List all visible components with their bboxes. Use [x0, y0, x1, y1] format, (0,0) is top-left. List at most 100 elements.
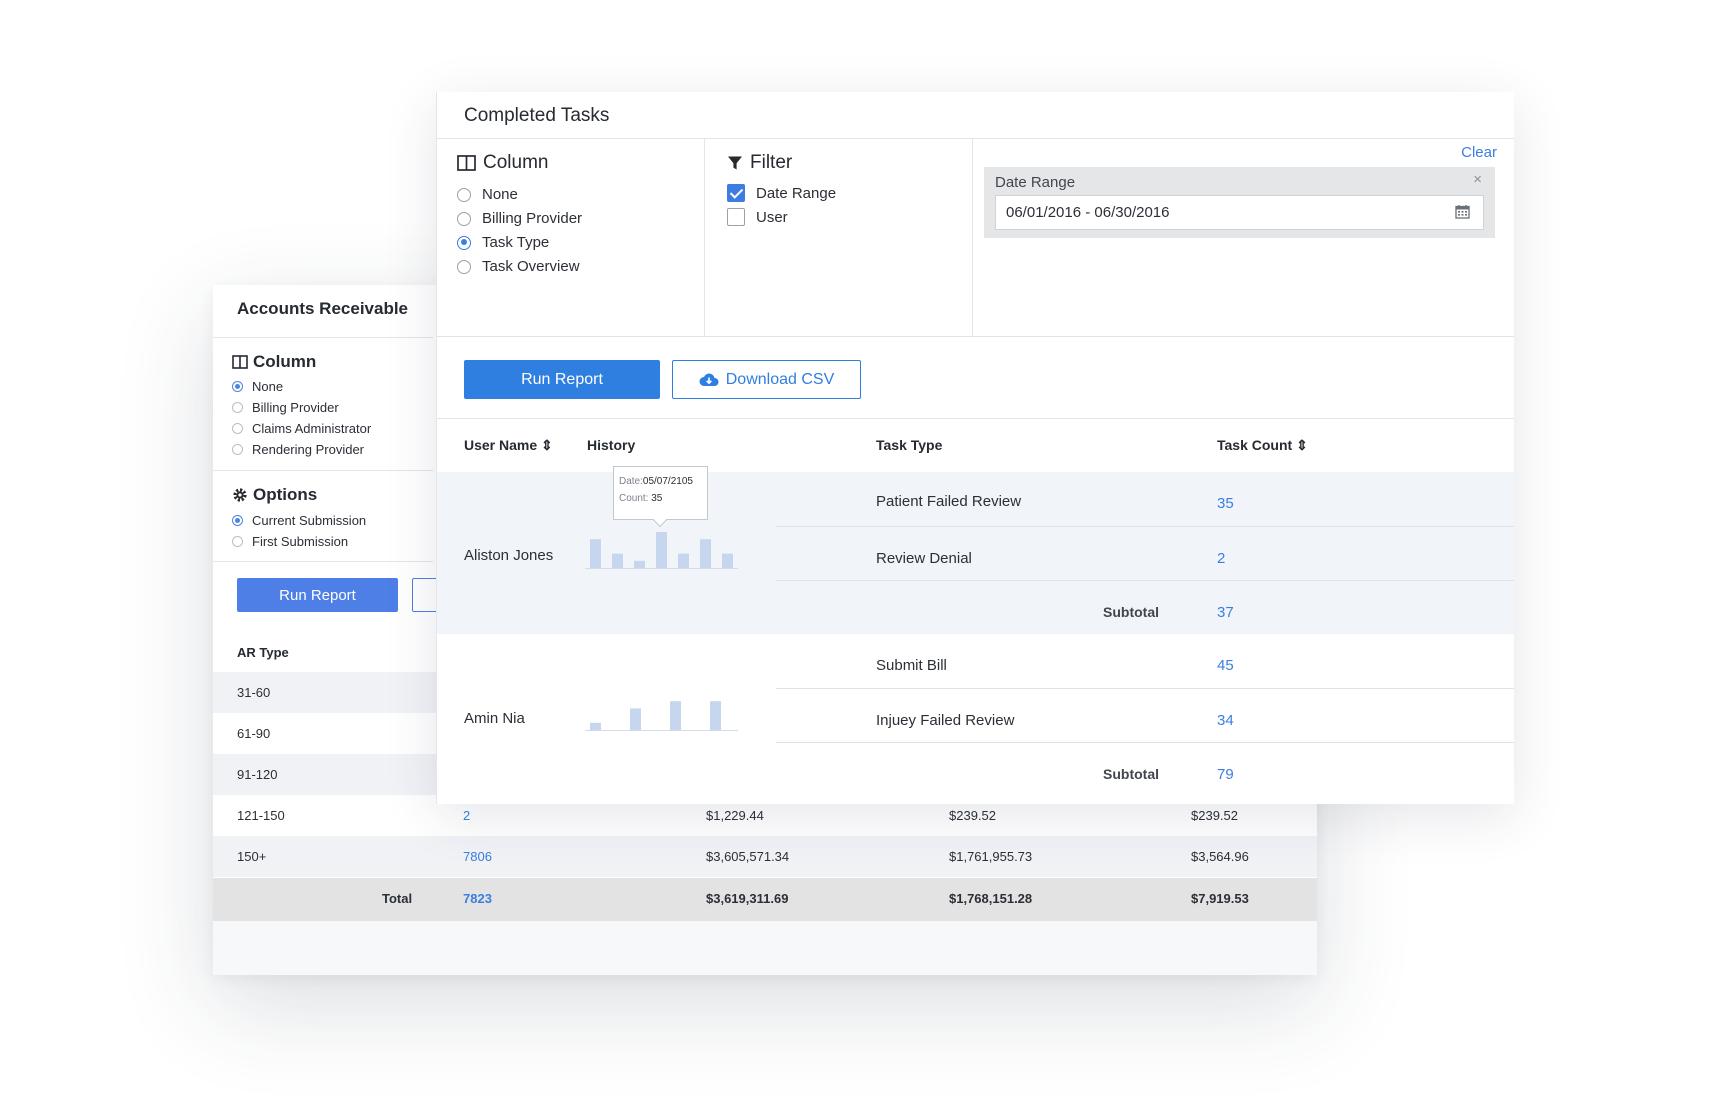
radio-selected[interactable]: [457, 235, 471, 250]
close-icon[interactable]: ×: [1473, 171, 1482, 188]
ar-radio-current-submission[interactable]: Current Submission: [232, 513, 366, 528]
task-count-column-header[interactable]: Task Count ⇕: [1217, 437, 1308, 454]
history-tooltip: Date:05/07/2105 Count: 35: [613, 466, 708, 520]
radio-label: Current Submission: [252, 513, 367, 528]
task-count-link[interactable]: 45: [1217, 657, 1234, 674]
subtotal-count-link[interactable]: 37: [1217, 604, 1234, 621]
ar-total-amount: $1,768,151.28: [949, 891, 1033, 906]
ar-type-cell: 91-120: [237, 767, 278, 782]
radio[interactable]: [232, 444, 243, 455]
radio-task-overview[interactable]: Task Overview: [457, 258, 580, 275]
radio[interactable]: [457, 187, 471, 202]
ar-column-heading: Column: [232, 352, 316, 372]
radio-label: Task Type: [482, 234, 550, 251]
filter-heading: Filter: [727, 152, 792, 174]
ar-count-link[interactable]: 2: [463, 808, 470, 823]
user-name-cell: Amin Nia: [464, 710, 525, 727]
history-sparkline: [585, 701, 738, 731]
ar-count-link[interactable]: 7806: [463, 849, 492, 864]
ar-options-heading-label: Options: [253, 485, 318, 504]
radio-selected[interactable]: [232, 381, 243, 392]
history-sparkline: [585, 532, 738, 569]
tooltip-date-label: Date:: [619, 476, 643, 487]
sparkline-bar[interactable]: [590, 722, 601, 730]
run-report-button[interactable]: Run Report: [464, 360, 660, 399]
task-count-link[interactable]: 35: [1217, 495, 1234, 512]
ar-amount-cell: $1,761,955.73: [949, 849, 1033, 864]
table-footer: [213, 921, 1317, 975]
radio[interactable]: [457, 211, 471, 226]
task-type-cell: Submit Bill: [876, 657, 947, 674]
date-range-input[interactable]: [995, 195, 1484, 230]
gear-icon: [233, 488, 247, 502]
radio-label: Billing Provider: [482, 210, 583, 227]
divider: [776, 688, 1514, 689]
radio-billing-provider[interactable]: Billing Provider: [457, 210, 582, 227]
sparkline-bar[interactable]: [678, 553, 689, 568]
ar-amount-cell: $239.52: [1191, 808, 1238, 823]
checkbox[interactable]: [727, 208, 745, 226]
checkbox-user[interactable]: User: [727, 208, 788, 226]
ar-total-amount: $7,919.53: [1191, 891, 1249, 906]
download-csv-button[interactable]: Download CSV: [672, 360, 861, 399]
sparkline-bar[interactable]: [722, 553, 733, 568]
ar-type-cell: 61-90: [237, 726, 271, 741]
task-type-cell: Injuey Failed Review: [876, 712, 1015, 729]
ar-amount-cell: $3,564.96: [1191, 849, 1249, 864]
ar-radio-claims-administrator[interactable]: Claims Administrator: [232, 421, 371, 436]
tooltip-count-label: Count:: [619, 493, 649, 504]
user-name-column-header[interactable]: User Name ⇕: [464, 437, 553, 454]
radio[interactable]: [232, 536, 243, 547]
sparkline-bar[interactable]: [710, 701, 721, 730]
radio-label: None: [252, 379, 284, 394]
radio-none[interactable]: None: [457, 186, 518, 203]
divider: [776, 742, 1514, 743]
column-heading: Column: [457, 152, 548, 174]
clear-link[interactable]: Clear: [1461, 144, 1497, 161]
subtotal-label: Subtotal: [1103, 604, 1159, 620]
radio-label: Claims Administrator: [252, 421, 372, 436]
subtotal-count-link[interactable]: 79: [1217, 766, 1234, 783]
checkbox-date-range[interactable]: Date Range: [727, 184, 836, 202]
sparkline-bar[interactable]: [590, 539, 601, 568]
sparkline-bar[interactable]: [656, 532, 667, 568]
divider: [972, 138, 973, 336]
sparkline-bar[interactable]: [670, 701, 681, 730]
sparkline-bar[interactable]: [700, 539, 711, 568]
radio[interactable]: [232, 402, 243, 413]
task-type-cell: Patient Failed Review: [876, 493, 1022, 510]
ar-total-count-link[interactable]: 7823: [463, 891, 492, 906]
radio-label: None: [482, 186, 518, 203]
ar-type-column-header: AR Type: [237, 645, 289, 660]
sparkline-bar[interactable]: [630, 708, 641, 730]
divider: [213, 561, 433, 562]
sparkline-bar[interactable]: [612, 553, 623, 568]
ar-options-heading: Options: [232, 485, 317, 505]
total-label: Total: [382, 891, 413, 906]
ar-type-cell: 121-150: [237, 808, 285, 823]
ar-radio-rendering-provider[interactable]: Rendering Provider: [232, 442, 364, 457]
radio[interactable]: [457, 259, 471, 274]
tooltip-count-line: Count: 35: [619, 490, 702, 507]
calendar-icon[interactable]: [1455, 204, 1470, 219]
radio[interactable]: [232, 423, 243, 434]
ar-amount-cell: $1,229.44: [706, 808, 764, 823]
task-count-link[interactable]: 2: [1217, 550, 1225, 567]
date-range-filter: Date Range ×: [984, 167, 1495, 238]
sparkline-bar[interactable]: [634, 560, 645, 568]
radio-label: First Submission: [252, 534, 349, 549]
columns-icon: [457, 155, 476, 171]
divider: [776, 580, 1514, 581]
tooltip-count-value: 35: [651, 493, 663, 504]
checkbox-checked[interactable]: [727, 184, 745, 202]
ar-radio-none[interactable]: None: [232, 379, 283, 394]
ar-radio-billing-provider[interactable]: Billing Provider: [232, 400, 339, 415]
divider: [437, 418, 1514, 419]
ar-radio-first-submission[interactable]: First Submission: [232, 534, 348, 549]
ar-run-report-button[interactable]: Run Report: [237, 578, 398, 612]
radio-task-type[interactable]: Task Type: [457, 234, 549, 251]
ar-column-heading-label: Column: [253, 352, 317, 371]
task-count-link[interactable]: 34: [1217, 712, 1234, 729]
ar-type-cell: 31-60: [237, 685, 271, 700]
radio-selected[interactable]: [232, 515, 243, 526]
